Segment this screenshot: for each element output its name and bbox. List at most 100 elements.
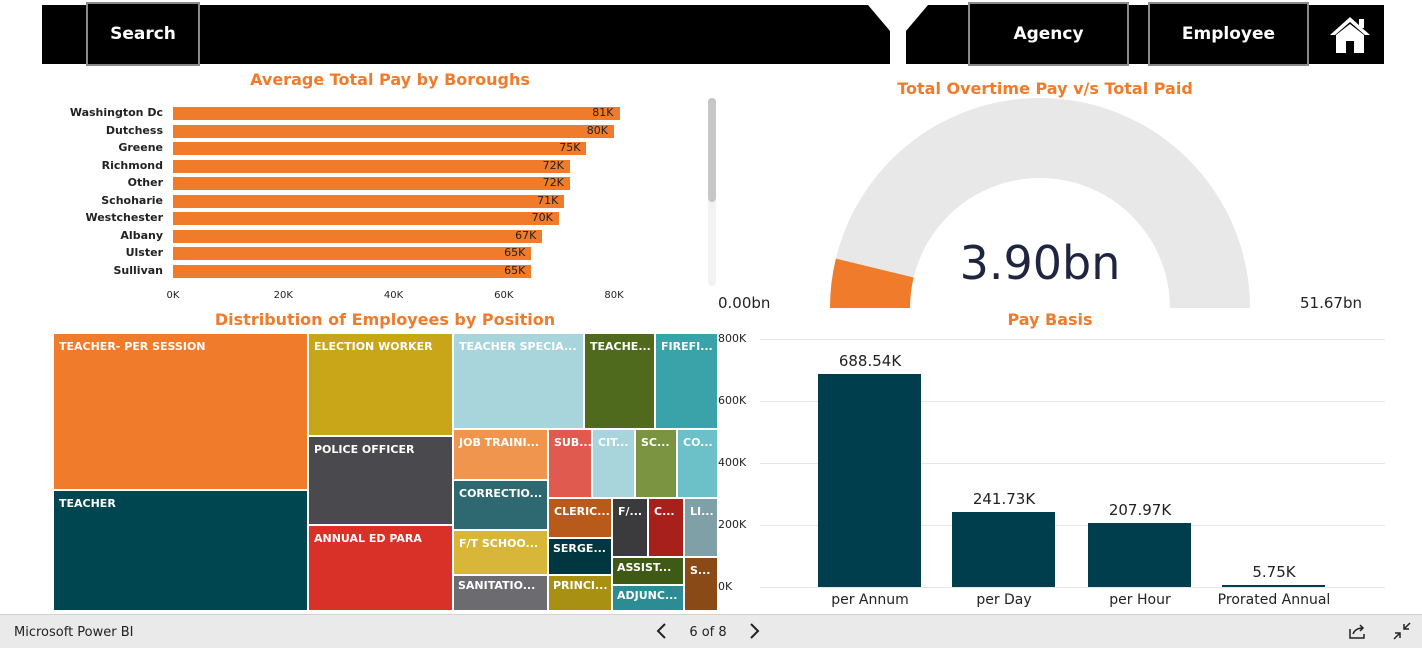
borough-bar-value: 70K [531,211,553,224]
paybasis-y-tick: 400K [718,456,747,469]
borough-bar-value: 67K [515,228,537,242]
borough-bar-value: 75K [559,141,581,154]
treemap-cell[interactable]: PRINCI... [548,575,612,611]
treemap-cell[interactable]: CLERIC... [548,498,612,538]
borough-bar-value: 72K [542,158,564,172]
treemap-title: Distribution of Employees by Position [214,310,556,329]
treemap-cell[interactable]: S... [684,557,718,611]
gauge-min-label: 0.00bn [718,294,771,312]
treemap-cell[interactable]: TEACHER SPECIA... [453,333,584,429]
paybasis-bar-value: 241.73K [972,490,1036,509]
treemap-cell[interactable]: TEACHER [53,490,308,611]
chevron-right-icon[interactable] [746,622,762,640]
borough-bar[interactable] [173,264,532,278]
borough-bar-value: 80K [586,123,608,137]
borough-bar[interactable] [173,212,559,225]
borough-x-tick: 40K [383,290,404,301]
home-icon[interactable] [1328,15,1372,55]
page-indicator: 6 of 8 [689,625,727,640]
paybasis-y-tick: 800K [718,332,747,345]
treemap-cell[interactable]: F/T SCHOO... [453,530,548,575]
search-button[interactable]: Search [86,2,200,66]
borough-bar-value: 81K [592,106,614,119]
paybasis-title: Pay Basis [1007,310,1093,329]
treemap-cell[interactable]: SANITATIO... [453,575,548,611]
status-bar: Microsoft Power BI 6 of 8 [0,614,1422,648]
boroughs-scrollbar-track[interactable] [708,98,716,286]
treemap-cell[interactable]: POLICE OFFICER [308,436,453,525]
top-nav-bar: Search Agency Employee [42,2,1384,66]
treemap-cell[interactable]: CO... [677,429,718,498]
borough-bar-value: 71K [537,193,559,207]
treemap-cell[interactable]: CORRECTIO... [453,480,548,530]
treemap-cell[interactable]: SERGE... [548,538,612,575]
app-name: Microsoft Power BI [14,625,134,640]
paybasis-bar[interactable] [1222,585,1325,587]
filter-funnel-icon[interactable] [866,5,930,64]
paybasis-bar[interactable] [1088,522,1191,587]
borough-label: Albany [120,228,163,242]
paybasis-bar[interactable] [952,512,1055,587]
boroughs-chart-title: Average Total Pay by Boroughs [250,70,530,89]
paybasis-gridline [760,587,1385,588]
paybasis-bar-value: 207.97K [1108,500,1172,519]
borough-label: Washington Dc [69,106,163,119]
borough-bar[interactable] [173,177,570,190]
treemap-cell[interactable]: F/... [612,498,648,557]
borough-label: Ulster [125,246,163,259]
borough-x-tick: 80K [604,290,624,301]
borough-bar[interactable] [173,247,532,260]
agency-button[interactable]: Agency [968,2,1129,66]
borough-label: Other [127,176,163,189]
borough-bar[interactable] [173,142,587,155]
paybasis-bar[interactable] [818,373,921,587]
treemap-cell[interactable]: JOB TRAINI... [453,429,548,480]
share-icon[interactable] [1347,621,1367,641]
borough-x-tick: 60K [494,290,514,301]
treemap-cell[interactable]: SUB... [548,429,592,498]
chevron-left-icon[interactable] [654,622,670,640]
treemap-cell[interactable]: TEACHER- PER SESSION [53,333,308,490]
treemap-cell[interactable]: ADJUNC... [612,585,684,611]
borough-bar-value: 65K [504,263,526,277]
borough-bar[interactable] [173,107,620,120]
borough-label: Sullivan [113,263,164,277]
treemap-cell[interactable]: ANNUAL ED PARA [308,525,453,611]
borough-bar[interactable] [173,159,570,173]
paybasis-category-label: per Day [976,592,1032,608]
borough-label: Richmond [101,158,163,172]
borough-x-tick: 20K [273,290,293,301]
boroughs-scrollbar-thumb[interactable] [708,98,716,202]
gauge-title: Total Overtime Pay v/s Total Paid [897,79,1193,98]
borough-label: Schoharie [101,193,163,207]
paybasis-category-label: Prorated Annual [1217,592,1331,608]
borough-label: Dutchess [105,123,163,137]
treemap-cell[interactable]: SC... [635,429,677,498]
paybasis-y-tick: 200K [718,518,747,531]
paybasis-bar-value: 5.75K [1252,563,1296,581]
paybasis-gridline [760,339,1385,340]
borough-bar-value: 65K [504,246,526,259]
paybasis-bar-value: 688.54K [838,351,902,370]
paybasis-category-label: per Hour [1109,592,1171,608]
paybasis-y-tick: 600K [718,394,747,407]
treemap-cell[interactable]: ELECTION WORKER [308,333,453,436]
borough-bar[interactable] [173,194,565,208]
gauge-max-label: 51.67bn [1300,294,1362,312]
borough-bar[interactable] [173,124,614,138]
paybasis-category-label: per Annum [831,592,909,608]
gauge-value: 3.90bn [959,236,1121,290]
borough-x-tick: 0K [166,290,180,301]
treemap-cell[interactable]: FIREFI... [655,333,718,429]
treemap-cell[interactable]: TEACHE... [584,333,655,429]
borough-bar[interactable] [173,229,543,243]
exit-fullscreen-icon[interactable] [1392,621,1412,641]
treemap-cell[interactable]: CIT... [592,429,635,498]
treemap-cell[interactable]: C... [648,498,684,557]
treemap-cell[interactable]: LI... [684,498,718,557]
treemap-cell[interactable]: ASSIST... [612,557,684,585]
borough-bar-value: 72K [542,176,564,189]
borough-label: Westchester [85,211,163,224]
employee-button[interactable]: Employee [1148,2,1309,66]
paybasis-y-tick: 0K [718,580,733,593]
